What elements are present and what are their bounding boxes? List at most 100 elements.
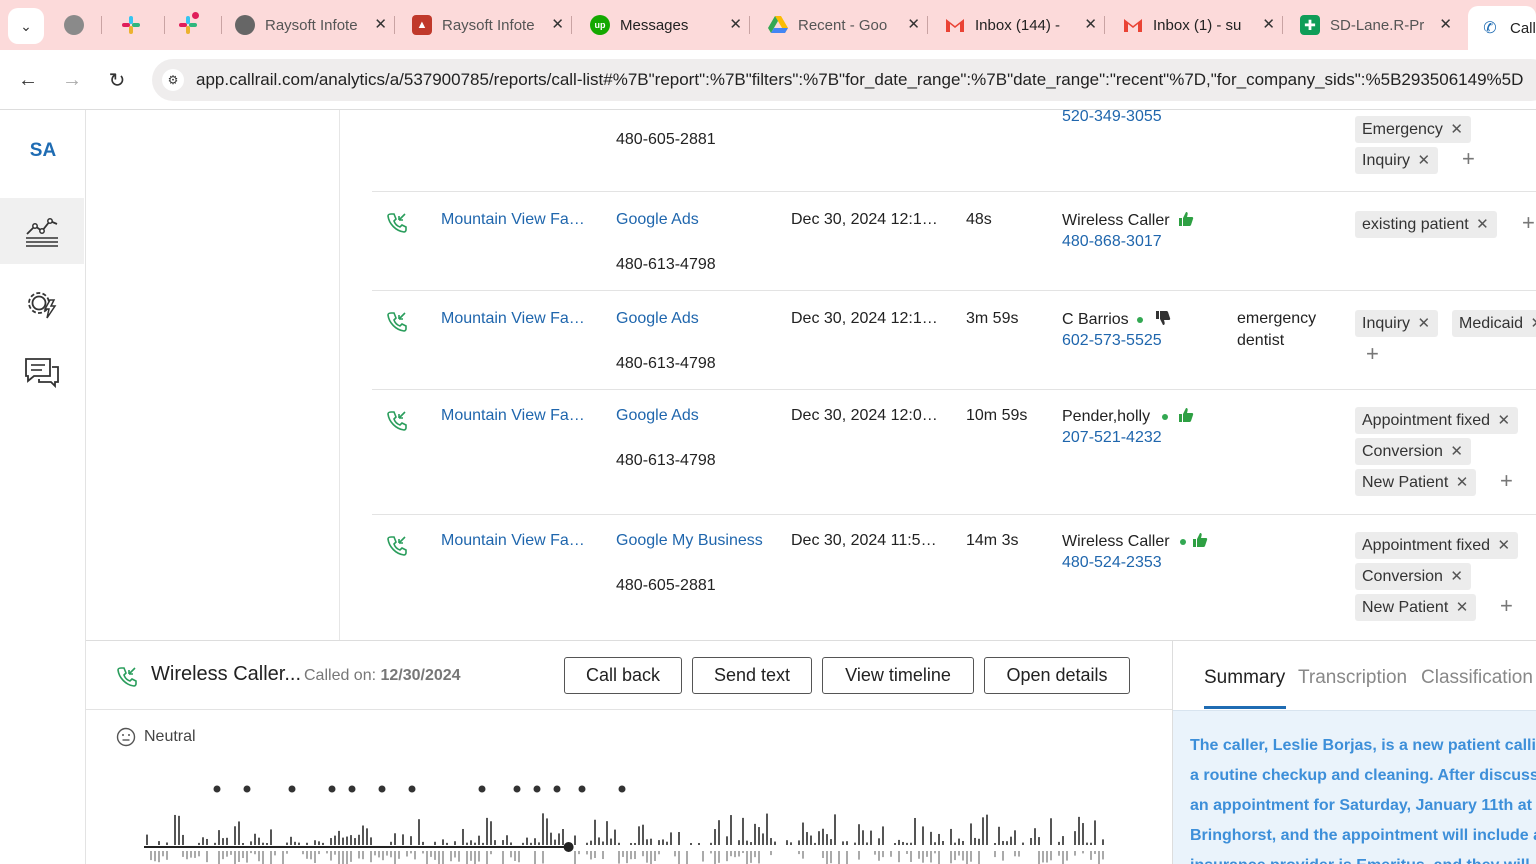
waveform-bar: [270, 851, 272, 864]
company-link[interactable]: Mountain View Fa…: [441, 407, 585, 425]
tab-google-drive[interactable]: Recent - Goo ✕: [756, 8, 928, 42]
call-back-button[interactable]: Call back: [564, 657, 682, 694]
audio-waveform[interactable]: [144, 781, 1114, 864]
remove-tag-icon[interactable]: ✕: [1530, 310, 1536, 337]
caller-number[interactable]: 480-524-2353: [1062, 554, 1162, 572]
tab-summary[interactable]: Summary: [1204, 667, 1285, 689]
source-link[interactable]: Google Ads: [616, 407, 699, 425]
new-caller-dot: [1179, 538, 1186, 545]
tab-transcription[interactable]: Transcription: [1298, 667, 1407, 689]
waveform-bar: [490, 851, 492, 855]
caller-number[interactable]: 480-868-3017: [1062, 233, 1162, 251]
remove-tag-icon[interactable]: ✕: [1450, 563, 1463, 590]
waveform-bar: [438, 851, 440, 864]
source-link[interactable]: Google My Business: [616, 532, 763, 550]
tab-messages[interactable]: up Messages ✕: [578, 8, 750, 42]
company-link[interactable]: Mountain View Fa…: [441, 310, 585, 328]
source-link[interactable]: Google Ads: [616, 211, 699, 229]
thumbs-up-icon[interactable]: [1178, 407, 1194, 423]
back-button[interactable]: ←: [14, 66, 42, 94]
forward-button[interactable]: →: [58, 66, 86, 94]
waveform-bar: [854, 842, 856, 845]
chevron-down-icon: ⌄: [20, 17, 32, 34]
remove-tag-icon[interactable]: ✕: [1476, 211, 1489, 238]
close-icon[interactable]: ✕: [1084, 15, 1097, 33]
company-link[interactable]: Mountain View Fa…: [441, 211, 585, 229]
waveform-bar: [318, 851, 320, 855]
call-date: Dec 30, 2024 12:0…: [791, 407, 938, 424]
tab-raysoft-1[interactable]: Raysoft Infote ✕: [223, 8, 395, 42]
waveform-bar: [1090, 851, 1092, 860]
waveform-bar: [1038, 851, 1040, 864]
table-row[interactable]: Mountain View Fa… Google Ads 480-613-479…: [372, 390, 1536, 515]
account-avatar[interactable]: SA: [0, 140, 86, 162]
close-icon[interactable]: ✕: [729, 15, 742, 33]
app-sidebar: SA: [0, 110, 86, 864]
add-tag-button[interactable]: +: [1500, 468, 1513, 494]
company-link[interactable]: Mountain View Fa…: [441, 532, 585, 550]
tab-gmail-2[interactable]: Inbox (1) - su ✕: [1111, 8, 1283, 42]
sidebar-item-conversations[interactable]: [0, 340, 84, 406]
caller-number[interactable]: 207-521-4232: [1062, 429, 1162, 447]
address-bar[interactable]: ⚙ app.callrail.com/analytics/a/537900785…: [152, 59, 1536, 101]
waveform-bar: [218, 851, 220, 864]
add-tag-button[interactable]: +: [1522, 210, 1535, 236]
waveform-bar: [410, 851, 412, 854]
source-link[interactable]: Google Ads: [616, 310, 699, 328]
remove-tag-icon[interactable]: ✕: [1450, 116, 1463, 143]
gear-bolt-icon: [28, 292, 57, 319]
remove-tag-icon[interactable]: ✕: [1450, 438, 1463, 465]
keyword-text: emergency: [1237, 310, 1317, 327]
view-timeline-button[interactable]: View timeline: [822, 657, 974, 694]
sidebar-item-analytics[interactable]: [0, 198, 84, 264]
reload-button[interactable]: ↻: [103, 66, 131, 94]
tab-gmail-1[interactable]: Inbox (144) - ✕: [933, 8, 1105, 42]
remove-tag-icon[interactable]: ✕: [1456, 594, 1469, 621]
close-icon[interactable]: ✕: [551, 15, 564, 33]
close-icon[interactable]: ✕: [1439, 15, 1452, 33]
tab-google-sheets[interactable]: ✚ SD-Lane.R-Pr ✕: [1288, 8, 1460, 42]
thumbs-up-icon[interactable]: [1178, 211, 1194, 227]
table-row[interactable]: Mountain View Fa… Google Ads 480-613-479…: [372, 291, 1536, 390]
site-settings-icon[interactable]: ⚙: [162, 69, 184, 91]
open-details-button[interactable]: Open details: [984, 657, 1130, 694]
tab-slack-2[interactable]: [166, 8, 222, 42]
tab-call-active[interactable]: ✆ Call: [1468, 6, 1536, 50]
waveform-bar: [786, 840, 788, 845]
tab-slack-1[interactable]: [109, 8, 165, 42]
close-icon[interactable]: ✕: [374, 15, 387, 33]
remove-tag-icon[interactable]: ✕: [1456, 469, 1469, 496]
speaker-marker: [618, 785, 626, 793]
remove-tag-icon[interactable]: ✕: [1498, 407, 1511, 434]
add-tag-button[interactable]: +: [1500, 593, 1513, 619]
remove-tag-icon[interactable]: ✕: [1498, 532, 1511, 559]
add-tag-button[interactable]: +: [1366, 341, 1379, 367]
table-row[interactable]: Mountain View Fa… Google My Business 480…: [372, 515, 1536, 640]
remove-tag-icon[interactable]: ✕: [1417, 310, 1430, 337]
thumbs-up-icon[interactable]: [1192, 532, 1208, 548]
caller-number[interactable]: 602-573-5525: [1062, 332, 1162, 350]
waveform-bar: [554, 839, 556, 845]
sidebar-item-settings[interactable]: [0, 270, 84, 336]
add-tag-button[interactable]: +: [1462, 146, 1475, 172]
waveform-bar: [286, 842, 288, 845]
waveform-bar: [874, 851, 876, 855]
tab-globe[interactable]: [52, 8, 102, 42]
waveform-bar: [562, 828, 564, 845]
waveform-bar: [670, 832, 672, 845]
caller-number[interactable]: 520-349-3055: [1062, 110, 1162, 126]
table-row[interactable]: Mountain View Fa… Google Ads 480-613-479…: [372, 192, 1536, 291]
playback-handle[interactable]: [563, 842, 574, 852]
remove-tag-icon[interactable]: ✕: [1417, 147, 1430, 174]
thumbs-down-icon[interactable]: [1155, 310, 1171, 326]
waveform-bar: [950, 828, 952, 845]
waveform-bar: [846, 841, 848, 845]
tab-raysoft-2[interactable]: ▲ Raysoft Infote ✕: [400, 8, 572, 42]
close-icon[interactable]: ✕: [907, 15, 920, 33]
close-icon[interactable]: ✕: [1262, 15, 1275, 33]
send-text-button[interactable]: Send text: [692, 657, 812, 694]
waveform-bar: [470, 851, 472, 861]
tab-search-button[interactable]: ⌄: [8, 8, 44, 44]
table-row[interactable]: 480-605-2881 520-349-3055 Emergency ✕ Inq…: [372, 110, 1536, 192]
tab-classification[interactable]: Classification: [1421, 667, 1533, 689]
